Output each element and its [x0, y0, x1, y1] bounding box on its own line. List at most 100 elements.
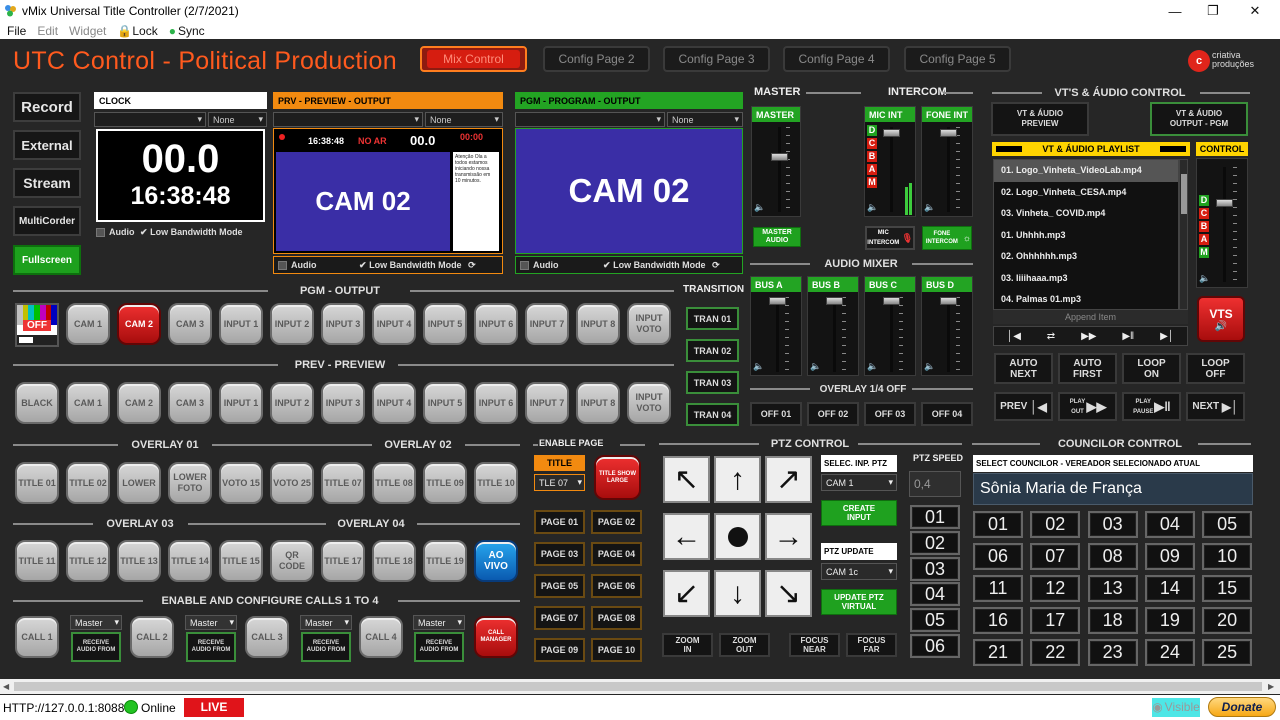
- play-pause-button[interactable]: PLAY PAUSE ▶‖: [1122, 392, 1181, 421]
- councilor-number-button[interactable]: 02: [1030, 511, 1081, 538]
- horizontal-scrollbar[interactable]: ◀ ▶: [0, 679, 1280, 694]
- speaker-icon[interactable]: 🔈: [753, 361, 764, 372]
- tab-mix-control[interactable]: Mix Control: [420, 46, 527, 72]
- pgm-cam-1[interactable]: CAM 1: [66, 303, 110, 345]
- speaker-icon[interactable]: 🔈: [754, 202, 765, 213]
- list-item[interactable]: 04. Palmas 01.mp3: [994, 289, 1178, 309]
- fone-intercom-button[interactable]: FONE INTERCOM ☼: [922, 226, 972, 250]
- vt-output-button[interactable]: VT & ÁUDIO OUTPUT - PGM: [1150, 102, 1248, 136]
- prev-input-3[interactable]: INPUT 3: [321, 382, 365, 424]
- ptz-speed-03[interactable]: 03: [910, 557, 960, 581]
- call-1-button[interactable]: CALL 1: [15, 616, 59, 658]
- councilor-number-button[interactable]: 24: [1144, 639, 1195, 666]
- prev-cam-3[interactable]: CAM 3: [168, 382, 212, 424]
- channel-d[interactable]: D: [1199, 195, 1209, 206]
- councilor-number-button[interactable]: 10: [1202, 543, 1253, 570]
- title-07-button[interactable]: TITLE 07: [321, 462, 365, 504]
- list-item[interactable]: 03. Iiiihaaa.mp3: [994, 268, 1178, 290]
- maximize-icon[interactable]: ❐: [1190, 0, 1236, 22]
- auto-first-button[interactable]: AUTO FIRST: [1058, 353, 1117, 384]
- call-2-receive-audio[interactable]: RECEIVE AUDIO FROM: [186, 632, 236, 662]
- vts-button[interactable]: VTS 🔊: [1197, 296, 1245, 342]
- multicorder-button[interactable]: MultiCorder: [13, 206, 81, 236]
- ptz-speed-01[interactable]: 01: [910, 505, 960, 529]
- pgm-input-3[interactable]: INPUT 3: [321, 303, 365, 345]
- menu-widget[interactable]: Widget: [69, 24, 106, 38]
- pgm-audio-checkbox[interactable]: [520, 261, 529, 271]
- councilor-number-button[interactable]: 04: [1144, 511, 1195, 538]
- playlist-scrollbar[interactable]: [1179, 159, 1188, 310]
- lower-button[interactable]: LOWER: [117, 462, 161, 504]
- ptz-speed-04[interactable]: 04: [910, 582, 960, 606]
- speaker-icon[interactable]: 🔈: [924, 361, 935, 372]
- page-06-button[interactable]: PAGE 06: [591, 574, 642, 598]
- speaker-icon[interactable]: 🔈: [1199, 273, 1210, 284]
- prv-select-right[interactable]: None ▾: [425, 112, 503, 127]
- scroll-thumb[interactable]: [14, 682, 1262, 691]
- fullscreen-button[interactable]: Fullscreen: [13, 245, 81, 275]
- menu-file[interactable]: File: [7, 24, 26, 38]
- pgm-input-2[interactable]: INPUT 2: [270, 303, 314, 345]
- channel-b[interactable]: B: [1199, 221, 1209, 232]
- shuffle-icon[interactable]: ⇄: [1047, 331, 1055, 342]
- pgm-input-7[interactable]: INPUT 7: [525, 303, 569, 345]
- ptz-down-left[interactable]: ↙: [663, 570, 710, 617]
- lower-foto-button[interactable]: LOWER FOTO: [168, 462, 212, 504]
- page-08-button[interactable]: PAGE 08: [591, 606, 642, 630]
- play-pause-icon[interactable]: ▶‖: [1122, 331, 1134, 342]
- voto-15-button[interactable]: VOTO 15: [219, 462, 263, 504]
- councilor-number-button[interactable]: 12: [1030, 575, 1081, 602]
- prev-black[interactable]: BLACK: [15, 382, 59, 424]
- speaker-icon[interactable]: 🔈: [810, 361, 821, 372]
- councilor-number-button[interactable]: 14: [1144, 575, 1195, 602]
- off-04-button[interactable]: OFF 04: [921, 402, 973, 426]
- channel-m[interactable]: M: [1199, 247, 1209, 258]
- donate-button[interactable]: Donate: [1208, 697, 1276, 717]
- ptz-speed-05[interactable]: 05: [910, 608, 960, 632]
- channel-c[interactable]: C: [867, 138, 877, 149]
- prev-input-1[interactable]: INPUT 1: [219, 382, 263, 424]
- ptz-up-left[interactable]: ↖: [663, 456, 710, 503]
- focus-near-button[interactable]: FOCUS NEAR: [789, 633, 840, 657]
- councilor-number-button[interactable]: 15: [1202, 575, 1253, 602]
- ptz-down[interactable]: ↓: [714, 570, 761, 617]
- loop-off-button[interactable]: LOOP OFF: [1186, 353, 1245, 384]
- title-17-button[interactable]: TITLE 17: [321, 540, 365, 582]
- list-item[interactable]: 03. Vinheta_ COVID.mp4: [994, 203, 1178, 225]
- external-button[interactable]: External: [13, 130, 81, 160]
- page-05-button[interactable]: PAGE 05: [534, 574, 585, 598]
- ao-vivo-button[interactable]: AO VIVO: [474, 540, 518, 582]
- master-fader-knob[interactable]: [771, 153, 788, 161]
- title-01-button[interactable]: TITLE 01: [15, 462, 59, 504]
- councilor-number-button[interactable]: 16: [973, 607, 1023, 634]
- stream-button[interactable]: Stream: [13, 168, 81, 198]
- clock-select-right[interactable]: None ▾: [208, 112, 267, 127]
- visible-toggle[interactable]: ◉ Visible: [1152, 698, 1200, 717]
- next-button[interactable]: NEXT ▶│: [1186, 392, 1245, 421]
- tran-01-button[interactable]: TRAN 01: [686, 307, 739, 330]
- call-4-select[interactable]: Master ▾: [413, 615, 465, 630]
- councilor-number-button[interactable]: 17: [1030, 607, 1081, 634]
- prev-input-7[interactable]: INPUT 7: [525, 382, 569, 424]
- qr-code-button[interactable]: QR CODE: [270, 540, 314, 582]
- ptz-up[interactable]: ↑: [714, 456, 761, 503]
- update-ptz-virtual-button[interactable]: UPDATE PTZ VIRTUAL: [821, 589, 897, 615]
- prev-button[interactable]: PREV │◀: [994, 392, 1053, 421]
- pgm-input-voto[interactable]: INPUT VOTO: [627, 303, 671, 345]
- call-3-select[interactable]: Master ▾: [300, 615, 352, 630]
- councilor-number-button[interactable]: 19: [1144, 607, 1195, 634]
- record-button[interactable]: Record: [13, 92, 81, 122]
- prv-audio-checkbox[interactable]: [278, 261, 287, 271]
- skip-start-icon[interactable]: │◀: [1007, 331, 1021, 342]
- channel-d[interactable]: D: [867, 125, 877, 136]
- pgm-input-5[interactable]: INPUT 5: [423, 303, 467, 345]
- call-4-button[interactable]: CALL 4: [359, 616, 403, 658]
- off-button[interactable]: OFF: [15, 303, 59, 347]
- ptz-down-right[interactable]: ↘: [765, 570, 812, 617]
- playlist-list[interactable]: 01. Logo_Vinheta_VideoLab.mp4 02. Logo_V…: [993, 159, 1179, 310]
- councilor-number-button[interactable]: 25: [1202, 639, 1253, 666]
- title-10-button[interactable]: TITLE 10: [474, 462, 518, 504]
- off-03-button[interactable]: OFF 03: [864, 402, 916, 426]
- councilor-number-button[interactable]: 08: [1087, 543, 1138, 570]
- call-2-select[interactable]: Master ▾: [185, 615, 237, 630]
